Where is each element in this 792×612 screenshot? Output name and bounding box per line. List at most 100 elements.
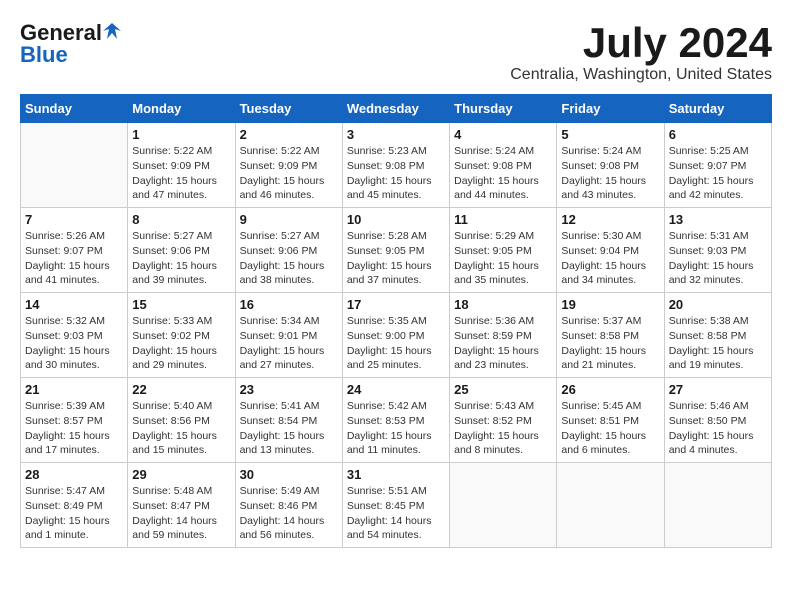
day-detail: Sunrise: 5:38 AM Sunset: 8:58 PM Dayligh… <box>669 314 767 373</box>
header-thursday: Thursday <box>450 95 557 123</box>
day-detail: Sunrise: 5:27 AM Sunset: 9:06 PM Dayligh… <box>240 229 338 288</box>
day-detail: Sunrise: 5:22 AM Sunset: 9:09 PM Dayligh… <box>132 144 230 203</box>
header-sunday: Sunday <box>21 95 128 123</box>
calendar-week-4: 21 Sunrise: 5:39 AM Sunset: 8:57 PM Dayli… <box>21 378 772 463</box>
day-detail: Sunrise: 5:36 AM Sunset: 8:59 PM Dayligh… <box>454 314 552 373</box>
calendar-cell: 13 Sunrise: 5:31 AM Sunset: 9:03 PM Dayli… <box>664 208 771 293</box>
calendar-cell: 14 Sunrise: 5:32 AM Sunset: 9:03 PM Dayli… <box>21 293 128 378</box>
day-detail: Sunrise: 5:49 AM Sunset: 8:46 PM Dayligh… <box>240 484 338 543</box>
day-number: 21 <box>25 382 123 397</box>
calendar-cell <box>21 123 128 208</box>
day-number: 14 <box>25 297 123 312</box>
calendar-week-2: 7Sunrise: 5:26 AM Sunset: 9:07 PM Daylig… <box>21 208 772 293</box>
day-number: 15 <box>132 297 230 312</box>
day-number: 22 <box>132 382 230 397</box>
calendar-cell: 12 Sunrise: 5:30 AM Sunset: 9:04 PM Dayli… <box>557 208 664 293</box>
header-wednesday: Wednesday <box>342 95 449 123</box>
day-number: 28 <box>25 467 123 482</box>
calendar-week-5: 28Sunrise: 5:47 AM Sunset: 8:49 PM Dayli… <box>21 463 772 548</box>
calendar-cell: 31 Sunrise: 5:51 AM Sunset: 8:45 PM Dayli… <box>342 463 449 548</box>
day-number: 5 <box>561 127 659 142</box>
day-detail: Sunrise: 5:23 AM Sunset: 9:08 PM Dayligh… <box>347 144 445 203</box>
day-number: 8 <box>132 212 230 227</box>
day-number: 2 <box>240 127 338 142</box>
day-detail: Sunrise: 5:40 AM Sunset: 8:56 PM Dayligh… <box>132 399 230 458</box>
day-number: 25 <box>454 382 552 397</box>
day-number: 20 <box>669 297 767 312</box>
day-detail: Sunrise: 5:43 AM Sunset: 8:52 PM Dayligh… <box>454 399 552 458</box>
calendar-cell: 10 Sunrise: 5:28 AM Sunset: 9:05 PM Dayli… <box>342 208 449 293</box>
calendar-cell: 17 Sunrise: 5:35 AM Sunset: 9:00 PM Dayli… <box>342 293 449 378</box>
calendar-cell: 3 Sunrise: 5:23 AM Sunset: 9:08 PM Daylig… <box>342 123 449 208</box>
header-friday: Friday <box>557 95 664 123</box>
day-detail: Sunrise: 5:42 AM Sunset: 8:53 PM Dayligh… <box>347 399 445 458</box>
day-detail: Sunrise: 5:30 AM Sunset: 9:04 PM Dayligh… <box>561 229 659 288</box>
day-number: 26 <box>561 382 659 397</box>
calendar-cell: 30Sunrise: 5:49 AM Sunset: 8:46 PM Dayli… <box>235 463 342 548</box>
calendar-cell: 19 Sunrise: 5:37 AM Sunset: 8:58 PM Dayli… <box>557 293 664 378</box>
logo: General Blue <box>20 20 121 68</box>
calendar-cell: 18 Sunrise: 5:36 AM Sunset: 8:59 PM Dayli… <box>450 293 557 378</box>
calendar-cell: 7Sunrise: 5:26 AM Sunset: 9:07 PM Daylig… <box>21 208 128 293</box>
day-detail: Sunrise: 5:29 AM Sunset: 9:05 PM Dayligh… <box>454 229 552 288</box>
title-section: July 2024 Centralia, Washington, United … <box>510 20 772 84</box>
calendar-week-1: 1 Sunrise: 5:22 AM Sunset: 9:09 PM Daylig… <box>21 123 772 208</box>
day-number: 19 <box>561 297 659 312</box>
day-number: 6 <box>669 127 767 142</box>
calendar-cell: 8 Sunrise: 5:27 AM Sunset: 9:06 PM Daylig… <box>128 208 235 293</box>
day-number: 3 <box>347 127 445 142</box>
day-number: 1 <box>132 127 230 142</box>
logo-blue: Blue <box>20 42 68 68</box>
day-detail: Sunrise: 5:22 AM Sunset: 9:09 PM Dayligh… <box>240 144 338 203</box>
day-detail: Sunrise: 5:24 AM Sunset: 9:08 PM Dayligh… <box>454 144 552 203</box>
day-number: 24 <box>347 382 445 397</box>
calendar-cell <box>664 463 771 548</box>
day-detail: Sunrise: 5:26 AM Sunset: 9:07 PM Dayligh… <box>25 229 123 288</box>
day-detail: Sunrise: 5:27 AM Sunset: 9:06 PM Dayligh… <box>132 229 230 288</box>
day-detail: Sunrise: 5:45 AM Sunset: 8:51 PM Dayligh… <box>561 399 659 458</box>
day-number: 31 <box>347 467 445 482</box>
day-detail: Sunrise: 5:33 AM Sunset: 9:02 PM Dayligh… <box>132 314 230 373</box>
calendar-cell: 9 Sunrise: 5:27 AM Sunset: 9:06 PM Daylig… <box>235 208 342 293</box>
calendar-cell <box>450 463 557 548</box>
day-detail: Sunrise: 5:39 AM Sunset: 8:57 PM Dayligh… <box>25 399 123 458</box>
day-detail: Sunrise: 5:35 AM Sunset: 9:00 PM Dayligh… <box>347 314 445 373</box>
day-detail: Sunrise: 5:46 AM Sunset: 8:50 PM Dayligh… <box>669 399 767 458</box>
calendar-cell: 21 Sunrise: 5:39 AM Sunset: 8:57 PM Dayli… <box>21 378 128 463</box>
day-number: 9 <box>240 212 338 227</box>
main-title: July 2024 <box>510 20 772 66</box>
day-number: 11 <box>454 212 552 227</box>
header-saturday: Saturday <box>664 95 771 123</box>
calendar-cell: 4 Sunrise: 5:24 AM Sunset: 9:08 PM Daylig… <box>450 123 557 208</box>
day-number: 4 <box>454 127 552 142</box>
page-header: General Blue July 2024 Centralia, Washin… <box>20 20 772 84</box>
day-number: 13 <box>669 212 767 227</box>
header-tuesday: Tuesday <box>235 95 342 123</box>
day-detail: Sunrise: 5:28 AM Sunset: 9:05 PM Dayligh… <box>347 229 445 288</box>
day-number: 17 <box>347 297 445 312</box>
day-detail: Sunrise: 5:31 AM Sunset: 9:03 PM Dayligh… <box>669 229 767 288</box>
calendar-cell: 11 Sunrise: 5:29 AM Sunset: 9:05 PM Dayli… <box>450 208 557 293</box>
day-number: 23 <box>240 382 338 397</box>
day-detail: Sunrise: 5:48 AM Sunset: 8:47 PM Dayligh… <box>132 484 230 543</box>
day-detail: Sunrise: 5:41 AM Sunset: 8:54 PM Dayligh… <box>240 399 338 458</box>
day-detail: Sunrise: 5:24 AM Sunset: 9:08 PM Dayligh… <box>561 144 659 203</box>
calendar-week-3: 14 Sunrise: 5:32 AM Sunset: 9:03 PM Dayli… <box>21 293 772 378</box>
calendar-cell: 26 Sunrise: 5:45 AM Sunset: 8:51 PM Dayli… <box>557 378 664 463</box>
day-number: 18 <box>454 297 552 312</box>
calendar-cell: 1 Sunrise: 5:22 AM Sunset: 9:09 PM Daylig… <box>128 123 235 208</box>
calendar-cell: 20 Sunrise: 5:38 AM Sunset: 8:58 PM Dayli… <box>664 293 771 378</box>
day-detail: Sunrise: 5:51 AM Sunset: 8:45 PM Dayligh… <box>347 484 445 543</box>
day-detail: Sunrise: 5:37 AM Sunset: 8:58 PM Dayligh… <box>561 314 659 373</box>
calendar-cell: 24 Sunrise: 5:42 AM Sunset: 8:53 PM Dayli… <box>342 378 449 463</box>
calendar-cell: 27Sunrise: 5:46 AM Sunset: 8:50 PM Dayli… <box>664 378 771 463</box>
calendar-cell: 2 Sunrise: 5:22 AM Sunset: 9:09 PM Daylig… <box>235 123 342 208</box>
day-number: 16 <box>240 297 338 312</box>
day-number: 12 <box>561 212 659 227</box>
calendar-cell <box>557 463 664 548</box>
logo-bird-icon <box>103 21 121 39</box>
subtitle: Centralia, Washington, United States <box>510 66 772 84</box>
day-number: 10 <box>347 212 445 227</box>
day-detail: Sunrise: 5:32 AM Sunset: 9:03 PM Dayligh… <box>25 314 123 373</box>
day-detail: Sunrise: 5:25 AM Sunset: 9:07 PM Dayligh… <box>669 144 767 203</box>
